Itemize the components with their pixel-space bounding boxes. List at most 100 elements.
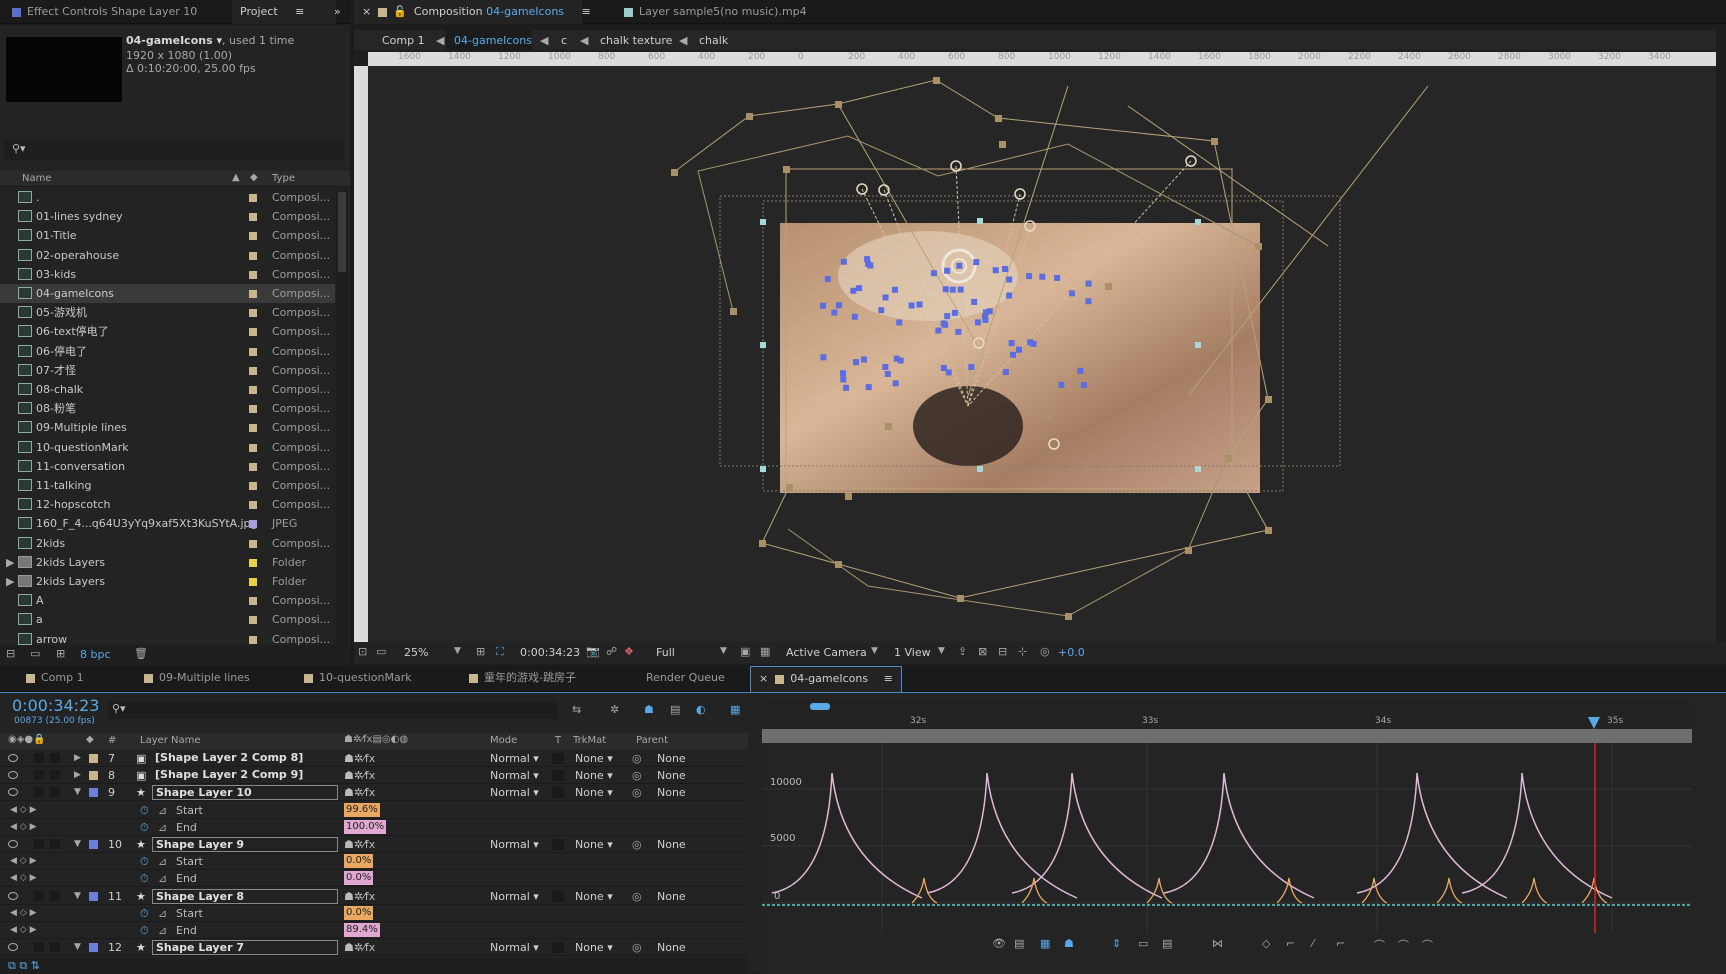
ease-out-icon[interactable]: ⌒: [1422, 937, 1433, 953]
label-color[interactable]: [249, 405, 257, 414]
graph-type-icon[interactable]: ▤: [1014, 937, 1024, 950]
always-preview-icon[interactable]: ⊡: [358, 645, 367, 658]
label-color[interactable]: [249, 558, 257, 567]
interpret-footage-icon[interactable]: ⊟: [6, 647, 15, 660]
project-item[interactable]: 08-chalk Composi...: [0, 380, 335, 399]
layer-switches[interactable]: ☗✲⁄fx: [344, 767, 375, 784]
label-color[interactable]: [249, 386, 257, 394]
panel-menu-icon[interactable]: ≡: [884, 672, 893, 685]
label-color[interactable]: [249, 366, 257, 375]
mode-select[interactable]: Normal ▾: [490, 750, 539, 767]
label-color[interactable]: [249, 213, 257, 222]
preserve-transparency[interactable]: [552, 753, 564, 764]
project-item[interactable]: ▶ 2kids Layers Folder: [0, 572, 335, 591]
region-icon[interactable]: ▭: [376, 645, 386, 658]
parent-select[interactable]: None▾: [657, 939, 748, 956]
pickwhip-icon[interactable]: ◎: [632, 939, 642, 956]
layer-row[interactable]: ▼ 12 ★ Shape Layer 7 ☗✲⁄fx Normal ▾ None ▾ ◎ Non…: [0, 939, 748, 957]
layer-name[interactable]: Shape Layer 9: [152, 837, 338, 852]
chevron-down-icon[interactable]: ▼: [871, 646, 878, 656]
tab-hopscotch[interactable]: 童年的游戏-跳房子: [461, 666, 584, 690]
transparency-grid-icon[interactable]: ▦: [760, 645, 770, 658]
property-row[interactable]: ◀ ◇ ▶ ⏱ ⊿ End 100.0%: [0, 819, 748, 836]
trkmat-select[interactable]: None ▾: [575, 784, 613, 801]
pickwhip-icon[interactable]: ◎: [632, 836, 642, 853]
visibility-eye-icon[interactable]: [8, 891, 18, 900]
col-name[interactable]: Name: [22, 173, 52, 184]
panel-menu-icon[interactable]: ≡: [295, 5, 304, 18]
view-layout-select[interactable]: 1 View: [894, 646, 931, 659]
project-item[interactable]: 06-停电了 Composi...: [0, 342, 335, 361]
new-comp-icon[interactable]: ⊞: [56, 647, 65, 660]
layer-row[interactable]: ▶ 8 ▣ [Shape Layer 2 Comp 9] ☗✲⁄fx Normal ▾ No…: [0, 767, 748, 785]
preserve-transparency[interactable]: [552, 787, 564, 799]
label-color[interactable]: [249, 443, 257, 452]
mode-select[interactable]: Normal ▾: [490, 836, 539, 853]
frame-blend-icon[interactable]: ▤: [670, 703, 680, 716]
project-item[interactable]: A Composi...: [0, 591, 335, 610]
project-item[interactable]: 11-talking Composi...: [0, 476, 335, 495]
channel-icon[interactable]: ❖: [624, 645, 634, 658]
pickwhip-icon[interactable]: ◎: [632, 888, 642, 905]
property-value[interactable]: 0.0%: [344, 854, 374, 869]
twirl-down-icon[interactable]: ▼: [74, 888, 81, 905]
selected-item-name[interactable]: 04-gameIcons ▾, used 1 time: [126, 34, 294, 47]
label-color[interactable]: [249, 462, 257, 471]
crumb-chalk[interactable]: chalk: [699, 34, 728, 47]
trash-icon[interactable]: 🗑: [134, 647, 148, 660]
property-value[interactable]: 100.0%: [344, 819, 387, 834]
project-item[interactable]: ▶ 2kids Layers Folder: [0, 553, 335, 572]
graph-editor-icon[interactable]: ▦: [730, 703, 740, 716]
parent-select[interactable]: None▾: [657, 888, 748, 905]
visibility-eye-icon[interactable]: [8, 840, 18, 848]
toggle-switches-icon[interactable]: ⧉ ⧉ ⇅: [8, 959, 40, 973]
panel-menu-icon[interactable]: ≡: [582, 5, 591, 18]
project-item[interactable]: . Composi...: [0, 188, 335, 207]
label-color[interactable]: [249, 616, 257, 625]
motion-blur-icon[interactable]: ◐: [696, 703, 706, 716]
label-col-icon[interactable]: ◆: [250, 172, 258, 183]
property-row[interactable]: ◀ ◇ ▶ ⏱ ⊿ Start 0.0%: [0, 905, 748, 922]
chevron-down-icon[interactable]: ▼: [938, 646, 945, 656]
expand-arrow-icon[interactable]: ▶: [6, 572, 14, 591]
label-color[interactable]: [249, 309, 257, 318]
fit-selection-icon[interactable]: ▭: [1138, 937, 1148, 950]
easy-ease-icon[interactable]: ⌒: [1374, 937, 1385, 953]
lock-icon[interactable]: 🔓: [393, 5, 407, 18]
exposure-reset-icon[interactable]: ◎: [1040, 645, 1050, 658]
parent-select[interactable]: None▾: [657, 836, 748, 853]
linear-icon[interactable]: ⁄: [1312, 937, 1314, 950]
stopwatch-icon[interactable]: ⏱: [140, 922, 149, 939]
label-color[interactable]: [249, 578, 257, 586]
label-color[interactable]: [249, 194, 257, 202]
twirl-down-icon[interactable]: ▼: [74, 784, 81, 801]
project-item[interactable]: 07-才怪 Composi...: [0, 361, 335, 380]
comp-mini-flowchart-icon[interactable]: ⇆: [572, 703, 581, 716]
transform-box-icon[interactable]: ▦: [1040, 937, 1050, 950]
parent-select[interactable]: None▾: [657, 784, 748, 801]
close-icon[interactable]: ×: [362, 5, 371, 18]
new-folder-icon[interactable]: ▭: [30, 647, 40, 660]
twirl-down-icon[interactable]: ▼: [74, 836, 81, 853]
snapshot-icon[interactable]: 📷: [586, 645, 600, 658]
label-color[interactable]: [249, 232, 257, 241]
mode-select[interactable]: Normal ▾: [490, 784, 539, 801]
layer-row[interactable]: ▼ 11 ★ Shape Layer 8 ☗✲⁄fx Normal ▾ None ▾ ◎ Non…: [0, 888, 748, 905]
solo-toggle[interactable]: [34, 753, 44, 763]
layer-name[interactable]: Shape Layer 8: [152, 888, 338, 904]
label-color[interactable]: [89, 771, 98, 781]
tab-layer[interactable]: Layer sample5(no music).mp4: [616, 0, 815, 24]
exposure-value[interactable]: +0.0: [1058, 646, 1085, 659]
layer-switches[interactable]: ☗✲⁄fx: [344, 939, 375, 956]
visibility-eye-icon[interactable]: [8, 771, 18, 780]
trkmat-select[interactable]: None ▾: [575, 939, 613, 956]
visibility-eye-icon[interactable]: [8, 943, 18, 952]
fit-icon[interactable]: ⊞: [476, 645, 485, 658]
label-color[interactable]: [249, 270, 257, 279]
eye-icon[interactable]: 👁: [992, 937, 1006, 950]
layer-row[interactable]: ▶ 7 ▣ [Shape Layer 2 Comp 8] ☗✲⁄fx Normal ▾ No…: [0, 750, 748, 767]
project-item[interactable]: 01-lines sydney Composi...: [0, 207, 335, 226]
chevron-down-icon[interactable]: ▼: [454, 646, 461, 656]
auto-bezier-icon[interactable]: ⌐: [1336, 937, 1345, 950]
layer-row[interactable]: ▼ 10 ★ Shape Layer 9 ☗✲⁄fx Normal ▾ None ▾ ◎ Non…: [0, 836, 748, 853]
